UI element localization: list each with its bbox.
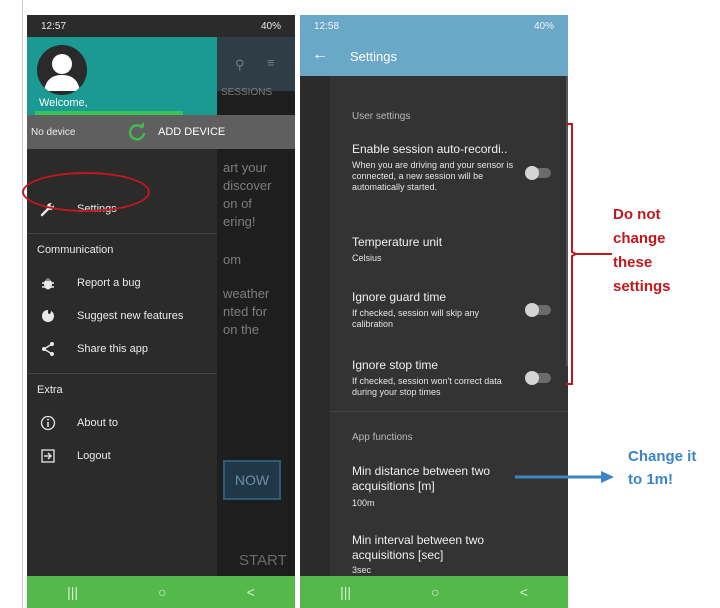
- annotation-change-it: Change it to 1m!: [628, 445, 696, 491]
- menu-item-label: About to: [77, 417, 118, 429]
- logout-icon: [39, 448, 57, 466]
- back-button[interactable]: <: [247, 584, 255, 600]
- frame-border: [22, 0, 23, 608]
- red-bracket: [566, 123, 576, 385]
- share-icon: [39, 341, 57, 359]
- bg-text: weather: [223, 286, 270, 301]
- info-icon: [39, 415, 57, 433]
- menu-item-suggest-features[interactable]: Suggest new features: [27, 302, 217, 332]
- device-status: No device: [31, 127, 76, 138]
- section-app-functions: App functions: [352, 432, 413, 443]
- system-nav-bar: ||| ○ <: [300, 576, 568, 608]
- pref-title: Min distance between two acquisitions [m…: [352, 464, 491, 493]
- home-button[interactable]: ○: [431, 584, 439, 600]
- pref-title: Ignore stop time: [352, 358, 439, 372]
- divider: [330, 411, 568, 412]
- user-icon: [44, 54, 80, 91]
- pref-summary: If checked, session will skip any calibr…: [352, 308, 480, 329]
- auto-recording-toggle[interactable]: [525, 166, 551, 180]
- highlight-oval: [22, 172, 150, 212]
- pref-summary: When you are driving and your sensor is …: [352, 160, 514, 192]
- back-arrow-icon[interactable]: ←: [312, 46, 328, 64]
- menu-item-label: Suggest new features: [77, 310, 184, 322]
- toggle-knob: [525, 303, 539, 317]
- annotation-line: Do not: [613, 206, 661, 223]
- filter-icon: ≡: [267, 55, 275, 70]
- bg-text: om: [223, 252, 242, 267]
- bg-text: on the: [223, 322, 260, 337]
- welcome-label: Welcome,: [39, 97, 88, 109]
- recent-apps-button[interactable]: |||: [67, 584, 78, 600]
- pref-title: Temperature unit: [352, 235, 443, 249]
- annotation-do-not-change: Do not change these settings: [613, 203, 671, 299]
- section-communication: Communication: [37, 244, 114, 256]
- annotation-line: settings: [613, 278, 671, 295]
- bg-sessions-tab: SESSIONS: [221, 87, 273, 98]
- pref-title: Enable session auto-recordi..: [352, 142, 508, 156]
- home-button[interactable]: ○: [158, 584, 166, 600]
- battery-level: 40%: [533, 21, 554, 32]
- bug-icon: [39, 275, 57, 293]
- search-icon: ⚲: [235, 57, 245, 72]
- bg-text: nted for: [223, 304, 268, 319]
- blue-arrow: [515, 471, 614, 483]
- toggle-knob: [525, 371, 539, 385]
- bg-text: ering!: [223, 214, 256, 229]
- bg-start-button: START: [239, 552, 287, 569]
- divider: [27, 373, 217, 374]
- bg-text: discover: [223, 178, 272, 193]
- pref-value: 3sec: [352, 565, 372, 575]
- pref-value: 100m: [352, 498, 375, 508]
- menu-item-share[interactable]: Share this app: [27, 335, 217, 365]
- annotation-line: these: [613, 254, 653, 271]
- section-extra: Extra: [37, 384, 63, 396]
- bg-text: art your: [223, 160, 268, 175]
- background-toolbar: ⚲ ≡: [217, 37, 295, 91]
- annotation-line: Change it: [628, 448, 697, 465]
- annotation-line: to 1m!: [628, 471, 673, 488]
- status-bar: 12:57 40%: [27, 15, 295, 37]
- bg-text: on of: [223, 196, 252, 211]
- menu-item-about[interactable]: About to: [27, 409, 217, 439]
- pref-title: Min interval between two acquisitions [s…: [352, 533, 485, 562]
- phone-screen-settings: 12:58 40% ← Settings User settings Enabl…: [300, 15, 568, 608]
- pref-value: Celsius: [352, 253, 382, 263]
- ignore-guard-toggle[interactable]: [525, 303, 551, 317]
- red-connector: [576, 253, 612, 255]
- pref-summary: If checked, session won't correct data d…: [352, 376, 502, 397]
- phone-screen-drawer: 12:57 40% ⚲ ≡ SESSIONS ! art your discov…: [27, 15, 295, 608]
- menu-item-label: Share this app: [77, 343, 148, 355]
- status-time: 12:57: [41, 21, 67, 32]
- device-row: No device ADD DEVICE: [27, 115, 295, 149]
- battery-level: 40%: [260, 21, 281, 32]
- pref-title: Ignore guard time: [352, 290, 447, 304]
- add-device-button[interactable]: ADD DEVICE: [158, 126, 225, 138]
- section-user-settings: User settings: [352, 111, 411, 122]
- refresh-icon[interactable]: [127, 122, 147, 142]
- avatar[interactable]: [37, 45, 87, 95]
- ignore-stop-toggle[interactable]: [525, 371, 551, 385]
- divider: [27, 233, 217, 234]
- page-title: Settings: [350, 49, 397, 64]
- status-time: 12:58: [314, 21, 340, 32]
- menu-item-logout[interactable]: Logout: [27, 442, 217, 472]
- toggle-knob: [525, 166, 539, 180]
- back-button[interactable]: <: [520, 584, 528, 600]
- lightbulb-icon: [39, 308, 57, 326]
- menu-item-label: Logout: [77, 450, 111, 462]
- menu-item-label: Report a bug: [77, 277, 141, 289]
- annotation-line: change: [613, 230, 666, 247]
- recent-apps-button[interactable]: |||: [340, 584, 351, 600]
- bg-now-button: NOW: [223, 460, 281, 500]
- settings-toolbar: 12:58 40% ← Settings: [300, 15, 568, 76]
- menu-item-report-bug[interactable]: Report a bug: [27, 269, 217, 299]
- settings-list: User settings Enable session auto-record…: [330, 76, 568, 576]
- system-nav-bar: ||| ○ <: [27, 576, 295, 608]
